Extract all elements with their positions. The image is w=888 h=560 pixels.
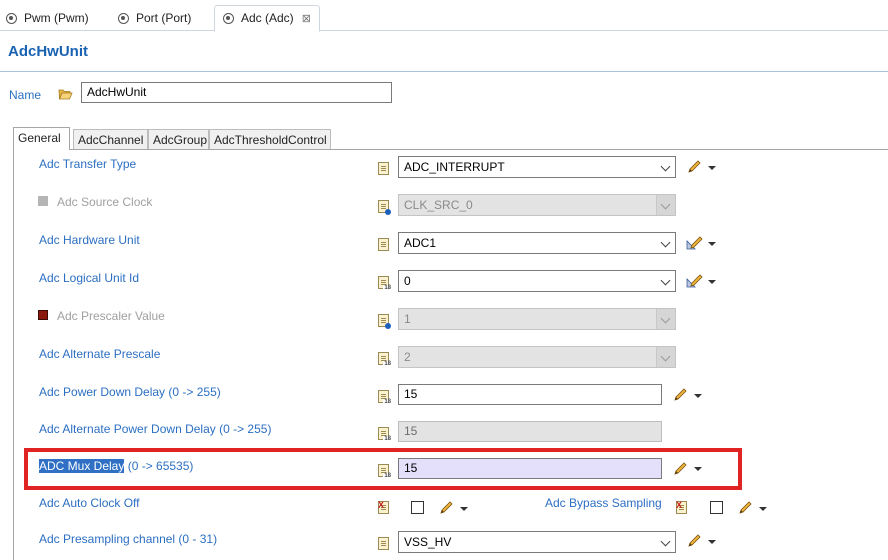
presampling-channel-combo[interactable]: VSS_HV bbox=[398, 531, 676, 553]
prescaler-value-label: Adc Prescaler Value bbox=[57, 309, 165, 323]
caret-down-icon[interactable] bbox=[708, 166, 716, 170]
logical-unit-id-combo[interactable]: 0 bbox=[398, 270, 676, 292]
editor-tab-label: Pwm (Pwm) bbox=[24, 11, 89, 25]
editor-tab-label: Adc (Adc) bbox=[241, 11, 294, 25]
tab-adcgroup[interactable]: AdcGroup bbox=[148, 129, 209, 149]
param-doc-icon bbox=[378, 314, 391, 329]
name-label: Name bbox=[9, 88, 42, 102]
caret-down-icon[interactable] bbox=[708, 280, 716, 284]
source-clock-value: CLK_SRC_0 bbox=[404, 198, 473, 212]
caret-down-icon[interactable] bbox=[759, 507, 767, 511]
error-marker-icon bbox=[38, 310, 48, 320]
pencil-icon[interactable] bbox=[672, 388, 690, 402]
param-doc-icon bbox=[378, 537, 389, 550]
alternate-prescale-combo: 2 bbox=[398, 346, 676, 368]
alternate-prescale-value: 2 bbox=[404, 350, 411, 364]
editor-tab-label: Port (Port) bbox=[136, 11, 192, 25]
name-input[interactable]: AdcHwUnit bbox=[81, 82, 392, 103]
bypass-sampling-label[interactable]: Adc Bypass Sampling bbox=[545, 496, 662, 510]
logical-unit-id-value: 0 bbox=[404, 274, 411, 288]
chevron-down-icon bbox=[656, 195, 675, 215]
editor-tab-adc[interactable]: Adc (Adc) ⊠ bbox=[214, 5, 320, 32]
chevron-down-icon[interactable] bbox=[657, 532, 675, 552]
disabled-marker-icon bbox=[38, 196, 48, 206]
chevron-down-icon bbox=[656, 309, 675, 329]
close-icon[interactable]: ⊠ bbox=[302, 13, 311, 25]
hardware-unit-combo[interactable]: ADC1 bbox=[398, 232, 676, 254]
param-doc-icon bbox=[378, 238, 389, 251]
editor-tab-pwm[interactable]: Pwm (Pwm) bbox=[6, 6, 89, 30]
alt-power-down-delay-input: 15 bbox=[398, 421, 662, 442]
chevron-down-icon[interactable] bbox=[657, 271, 675, 291]
param-doc-icon: 18 bbox=[378, 276, 392, 291]
power-down-delay-label[interactable]: Adc Power Down Delay (0 -> 255) bbox=[39, 385, 221, 399]
caret-down-icon[interactable] bbox=[694, 394, 702, 398]
alt-power-down-delay-label[interactable]: Adc Alternate Power Down Delay (0 -> 255… bbox=[39, 422, 271, 436]
pencil-icon[interactable] bbox=[686, 160, 704, 174]
logical-unit-id-label[interactable]: Adc Logical Unit Id bbox=[39, 271, 139, 285]
pencil-ruler-icon[interactable] bbox=[686, 274, 704, 288]
auto-clock-off-label[interactable]: Adc Auto Clock Off bbox=[39, 496, 140, 510]
title-divider bbox=[0, 71, 888, 72]
chevron-down-icon[interactable] bbox=[657, 157, 675, 177]
gear-doc-icon bbox=[6, 13, 17, 24]
gear-doc-icon bbox=[118, 13, 129, 24]
pencil-icon[interactable] bbox=[686, 534, 704, 548]
editor-tab-port[interactable]: Port (Port) bbox=[118, 6, 191, 30]
source-clock-combo: CLK_SRC_0 bbox=[398, 194, 676, 216]
param-doc-icon bbox=[378, 200, 391, 215]
transfer-type-combo[interactable]: ADC_INTERRUPT bbox=[398, 156, 676, 178]
tab-general[interactable]: General bbox=[13, 127, 70, 150]
transfer-type-value: ADC_INTERRUPT bbox=[404, 160, 505, 174]
param-doc-icon bbox=[378, 162, 389, 175]
pencil-icon[interactable] bbox=[438, 501, 456, 515]
tab-adcchannel[interactable]: AdcChannel bbox=[73, 129, 148, 149]
boolean-param-icon: X bbox=[676, 501, 687, 514]
param-doc-icon: 18 bbox=[378, 390, 392, 405]
param-doc-icon: 18 bbox=[378, 427, 392, 442]
hardware-unit-value: ADC1 bbox=[404, 236, 437, 250]
source-clock-label: Adc Source Clock bbox=[57, 195, 153, 209]
pencil-ruler-icon[interactable] bbox=[686, 236, 704, 250]
prescaler-value-combo: 1 bbox=[398, 308, 676, 330]
presampling-channel-value: VSS_HV bbox=[404, 535, 452, 549]
alternate-prescale-label[interactable]: Adc Alternate Prescale bbox=[39, 347, 160, 361]
prescaler-value-value: 1 bbox=[404, 312, 411, 326]
param-doc-icon: 18 bbox=[378, 352, 392, 367]
editor-tab-bar: Pwm (Pwm) Port (Port) Adc (Adc) ⊠ bbox=[0, 0, 888, 32]
power-down-delay-input[interactable]: 15 bbox=[398, 384, 662, 405]
chevron-down-icon[interactable] bbox=[657, 233, 675, 253]
pencil-icon[interactable] bbox=[737, 501, 755, 515]
caret-down-icon[interactable] bbox=[708, 242, 716, 246]
transfer-type-label[interactable]: Adc Transfer Type bbox=[39, 157, 136, 171]
caret-down-icon[interactable] bbox=[708, 540, 716, 544]
page-title: AdcHwUnit bbox=[8, 43, 88, 60]
tab-adcthresholdcontrol[interactable]: AdcThresholdControl bbox=[209, 129, 331, 149]
hardware-unit-label[interactable]: Adc Hardware Unit bbox=[39, 233, 140, 247]
auto-clock-off-checkbox[interactable] bbox=[411, 501, 424, 514]
presampling-channel-label[interactable]: Adc Presampling channel (0 - 31) bbox=[39, 532, 217, 546]
boolean-param-icon: X bbox=[378, 501, 389, 514]
folder-icon[interactable] bbox=[58, 88, 73, 100]
bypass-sampling-checkbox[interactable] bbox=[710, 501, 723, 514]
chevron-down-icon bbox=[656, 347, 675, 367]
caret-down-icon[interactable] bbox=[460, 507, 468, 511]
callout-highlight-box bbox=[24, 448, 742, 490]
gear-doc-icon bbox=[223, 13, 234, 24]
